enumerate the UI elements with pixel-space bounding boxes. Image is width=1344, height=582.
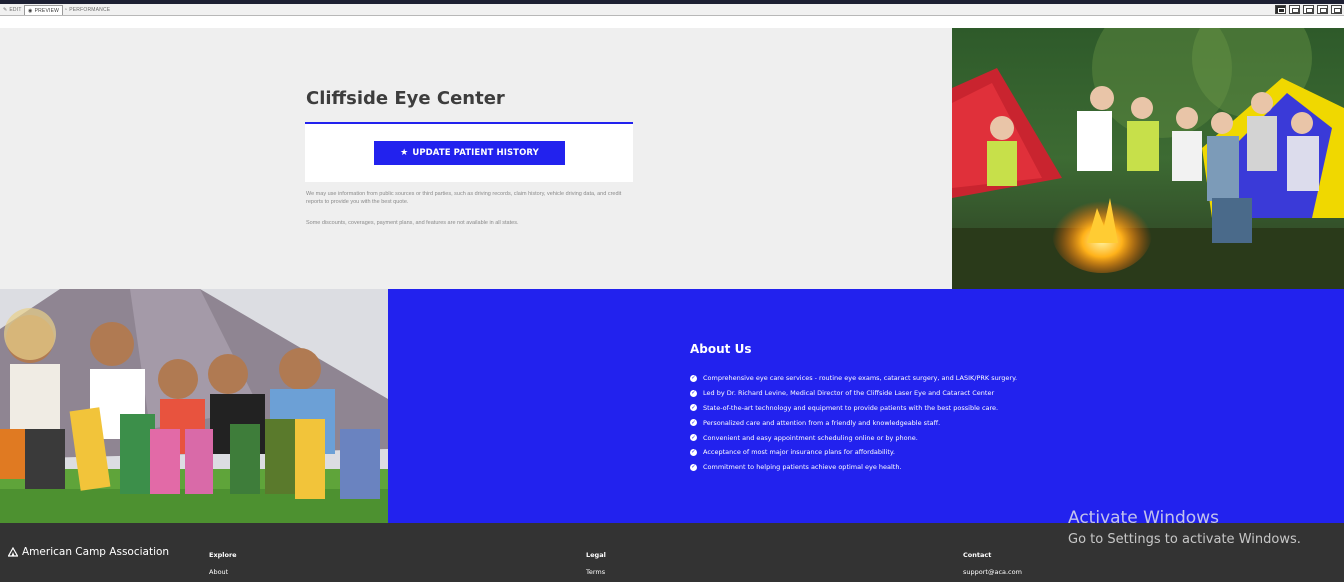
- about-list: ✓ Comprehensive eye care services - routi…: [690, 371, 1017, 475]
- list-item: ✓ Led by Dr. Richard Levine, Medical Dire…: [690, 389, 995, 398]
- monitor-icon[interactable]: [1317, 5, 1328, 14]
- cta-card: ★ UPDATE PATIENT HISTORY: [305, 122, 633, 182]
- check-circle-icon: ✓: [690, 389, 697, 397]
- tablet-icon[interactable]: [1289, 5, 1300, 14]
- campfire-photo: [952, 28, 1344, 289]
- footer-heading-legal: Legal: [586, 551, 606, 559]
- about-section: About Us ✓ Comprehensive eye care service…: [388, 289, 1344, 523]
- list-item: ✓ Commitment to helping patients achieve …: [690, 463, 902, 472]
- tent-icon: [8, 547, 18, 557]
- tab-edit[interactable]: ✎ EDIT: [0, 5, 25, 15]
- list-item: ✓ Comprehensive eye care services - routi…: [690, 374, 1018, 383]
- check-circle-icon: ✓: [690, 434, 697, 442]
- list-item: ✓ Personalized care and attention from a …: [690, 418, 941, 427]
- list-item: ✓ Acceptance of most major insurance plan…: [690, 448, 895, 457]
- cta-label: UPDATE PATIENT HISTORY: [412, 148, 539, 158]
- about-title: About Us: [690, 342, 752, 356]
- list-item: ✓ State-of-the-art technology and equipme…: [690, 403, 999, 412]
- preview-spacer: [0, 17, 1344, 28]
- footer-link-terms[interactable]: Terms: [586, 568, 606, 576]
- list-item: ✓ Convenient and easy appointment schedul…: [690, 433, 918, 442]
- tab-preview[interactable]: ◉ PREVIEW: [24, 5, 64, 15]
- page-title: Cliffside Eye Center: [306, 88, 505, 109]
- footer-contact-column: Contact support@aca.com: [963, 551, 1022, 576]
- update-patient-history-button[interactable]: ★ UPDATE PATIENT HISTORY: [374, 141, 565, 165]
- laptop-icon[interactable]: [1303, 5, 1314, 14]
- desktop-icon[interactable]: [1275, 5, 1286, 14]
- phone-icon[interactable]: [1331, 5, 1342, 14]
- footer-link-about[interactable]: About: [209, 568, 237, 576]
- availability-note: Some discounts, coverages, payment plans…: [306, 220, 519, 226]
- check-circle-icon: ✓: [690, 463, 697, 471]
- pencil-icon: ✎: [3, 7, 8, 13]
- hero-section: Cliffside Eye Center ★ UPDATE PATIENT HI…: [0, 28, 952, 289]
- editor-toolbar: ✎ EDIT ◉ PREVIEW ◔ PERFORMANCE: [0, 4, 1344, 16]
- watermark-title: Activate Windows: [1068, 508, 1219, 528]
- check-circle-icon: ✓: [690, 419, 697, 427]
- star-icon: ★: [400, 148, 409, 158]
- gauge-icon: ◔: [64, 7, 68, 13]
- check-circle-icon: ✓: [690, 374, 697, 382]
- footer-heading-explore: Explore: [209, 551, 237, 559]
- footer-explore-column: Explore About: [209, 551, 237, 576]
- footer-link-email[interactable]: support@aca.com: [963, 568, 1022, 576]
- windows-activation-watermark: Activate Windows Go to Settings to activ…: [1068, 508, 1301, 547]
- eye-icon: ◉: [28, 8, 33, 14]
- check-circle-icon: ✓: [690, 404, 697, 412]
- tab-performance[interactable]: ◔ PERFORMANCE: [61, 5, 113, 15]
- brand-name: American Camp Association: [22, 546, 170, 558]
- brand-logo[interactable]: American Camp Association: [8, 546, 169, 558]
- footer-legal-column: Legal Terms: [586, 551, 606, 576]
- kids-tent-photo: [0, 289, 388, 523]
- footer-heading-contact: Contact: [963, 551, 992, 559]
- disclaimer-text: We may use information from public sourc…: [306, 191, 622, 205]
- device-switcher: [1275, 5, 1342, 14]
- check-circle-icon: ✓: [690, 448, 697, 456]
- watermark-subtitle: Go to Settings to activate Windows.: [1068, 532, 1301, 547]
